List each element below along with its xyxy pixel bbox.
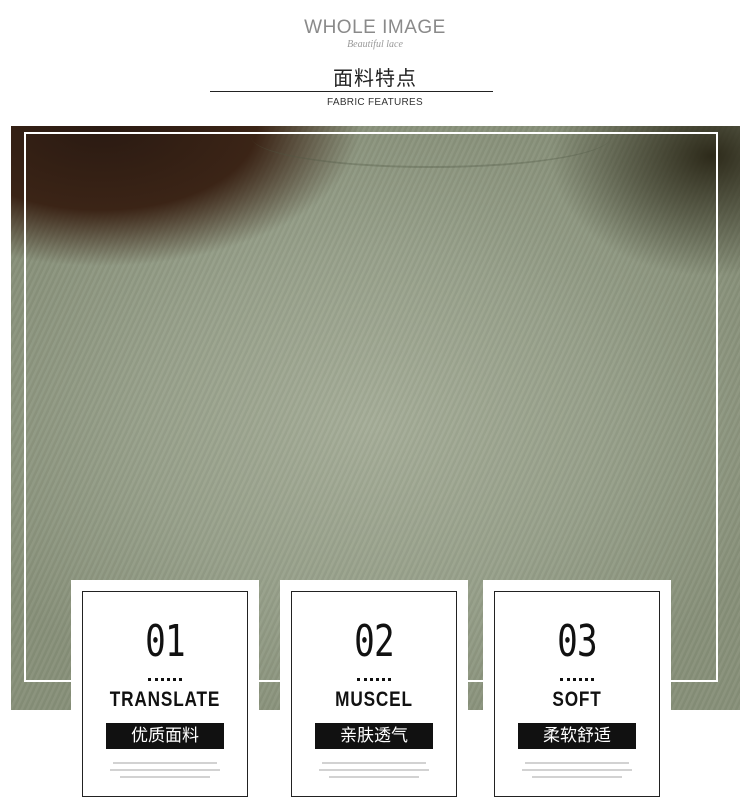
feature-number: 02 (354, 616, 395, 667)
whole-image-title: WHOLE IMAGE (304, 17, 446, 38)
feature-label-en: MUSCEL (335, 688, 413, 711)
header: WHOLE IMAGE Beautiful lace 面料特点 FABRIC F… (0, 0, 750, 125)
fine-print-decoration (319, 762, 429, 783)
feature-label-cn: 亲肤透气 (315, 723, 433, 749)
fine-print-decoration (522, 762, 632, 783)
feature-card-border: 02 MUSCEL 亲肤透气 (291, 591, 457, 797)
dotted-divider (560, 678, 594, 681)
fine-print-decoration (110, 762, 220, 783)
feature-card-3: 03 SOFT 柔软舒适 (483, 580, 671, 803)
feature-label-cn: 优质面料 (106, 723, 224, 749)
feature-label-cn: 柔软舒适 (518, 723, 636, 749)
fabric-features-subtitle: FABRIC FEATURES (327, 97, 423, 108)
fabric-features-title-cn: 面料特点 (333, 66, 417, 90)
feature-card-border: 03 SOFT 柔软舒适 (494, 591, 660, 797)
dotted-divider (148, 678, 182, 681)
feature-label-en: TRANSLATE (109, 688, 221, 711)
script-tagline: Beautiful lace (347, 39, 403, 50)
dotted-divider (357, 678, 391, 681)
feature-card-border: 01 TRANSLATE 优质面料 (82, 591, 248, 797)
feature-card-1: 01 TRANSLATE 优质面料 (71, 580, 259, 803)
feature-label-en: SOFT (552, 688, 602, 711)
feature-number: 03 (557, 616, 598, 667)
feature-card-2: 02 MUSCEL 亲肤透气 (280, 580, 468, 803)
title-rule (210, 91, 493, 92)
feature-number: 01 (145, 616, 186, 667)
